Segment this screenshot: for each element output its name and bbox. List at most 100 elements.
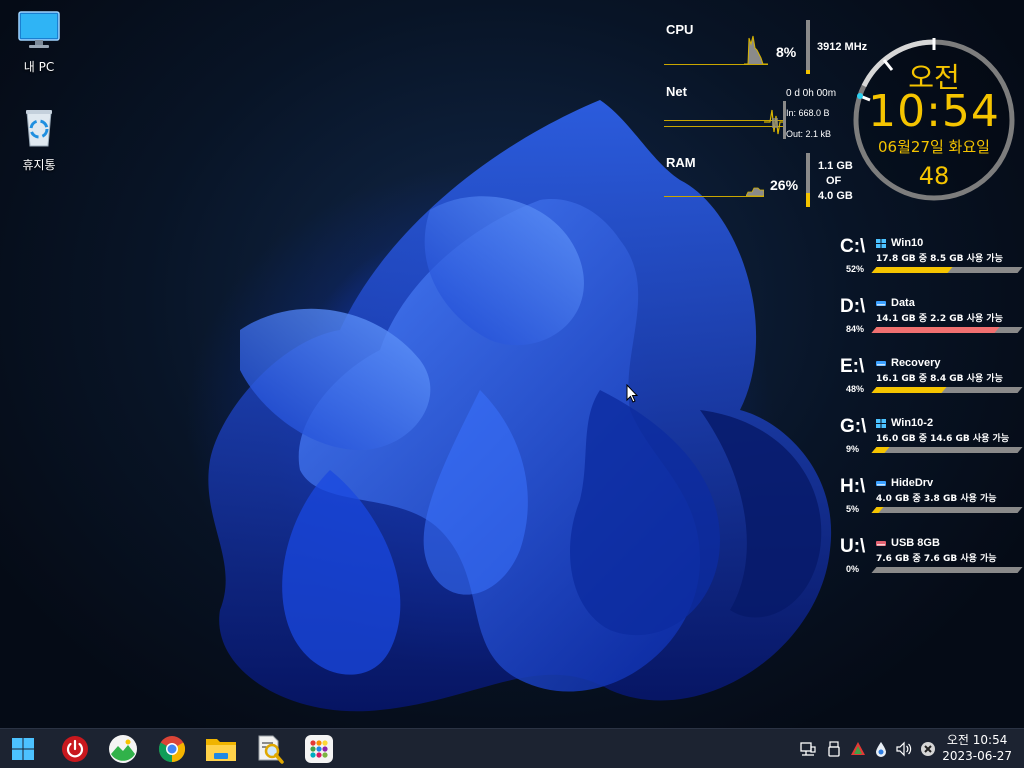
desktop-icon-label: 휴지통 bbox=[22, 158, 56, 172]
windows-logo-icon bbox=[12, 738, 34, 760]
drive-usage-percent: 9% bbox=[846, 444, 860, 454]
drive-space-info: 16.1 GB 중 8.4 GB 사용 가능 bbox=[876, 374, 1003, 384]
taskbar: 오전 10:54 2023-06-27 bbox=[0, 728, 1024, 768]
drive-space-info: 17.8 GB 중 8.5 GB 사용 가능 bbox=[876, 254, 1003, 264]
drive-usage-bar bbox=[871, 507, 1023, 513]
net-uptime: 0 d 0h 00m bbox=[786, 88, 837, 99]
cpu-graph bbox=[744, 35, 768, 65]
chrome-app-button[interactable] bbox=[155, 733, 189, 765]
drive-name: HideDrv bbox=[891, 477, 934, 489]
drive-usage-bar bbox=[871, 387, 1023, 393]
warning-triangle-icon[interactable] bbox=[850, 741, 866, 757]
ram-percent: 26% bbox=[770, 177, 799, 193]
app-launcher-button[interactable] bbox=[302, 733, 336, 765]
windows-drive-icon bbox=[876, 419, 886, 428]
cpu-level-fill bbox=[806, 69, 810, 74]
folder-icon bbox=[206, 739, 236, 761]
desktop: 내 PC 휴지통 CPU 8% 3912 MHz Net 0 d 0h 00m … bbox=[0, 0, 1024, 728]
drive-usage-fill bbox=[871, 567, 877, 573]
drive-letter: U:\ bbox=[840, 536, 866, 557]
ram-of: OF bbox=[826, 175, 842, 187]
drive-space-info: 4.0 GB 중 3.8 GB 사용 가능 bbox=[876, 494, 997, 504]
search-tool-button[interactable] bbox=[253, 733, 287, 765]
volume-icon[interactable] bbox=[896, 741, 912, 757]
cpu-percent: 8% bbox=[776, 44, 797, 60]
water-drop-icon[interactable] bbox=[873, 741, 889, 757]
mouse-cursor-icon bbox=[626, 384, 638, 403]
drive-usage-percent: 52% bbox=[846, 264, 865, 274]
chrome-icon bbox=[158, 736, 186, 763]
ram-total: 4.0 GB bbox=[818, 190, 853, 202]
drive-usage-percent: 48% bbox=[846, 384, 865, 394]
drive-name: Win10-2 bbox=[891, 417, 934, 429]
drive-usage-percent: 5% bbox=[846, 504, 860, 514]
drive-usage-bar bbox=[871, 267, 1023, 273]
network-icon[interactable] bbox=[800, 741, 816, 757]
drive-name: Data bbox=[891, 297, 915, 309]
drive-item[interactable]: E:\ 48% Recovery 16.1 GB 중 8.4 GB 사용 가능 bbox=[836, 356, 1023, 412]
drive-usage-fill bbox=[871, 327, 1000, 333]
drive-usage-fill bbox=[871, 387, 947, 393]
drive-letter: C:\ bbox=[840, 236, 866, 257]
clock-time: 10:54 bbox=[868, 86, 1000, 137]
desktop-icon-label: 내 PC bbox=[23, 60, 55, 74]
drive-letter: E:\ bbox=[840, 356, 865, 377]
drive-icon bbox=[876, 361, 886, 366]
windows-drive-icon bbox=[876, 239, 886, 248]
drive-usage-percent: 0% bbox=[846, 564, 860, 574]
photos-app-button[interactable] bbox=[106, 733, 140, 765]
drive-space-info: 16.0 GB 중 14.6 GB 사용 가능 bbox=[876, 434, 1010, 444]
file-explorer-button[interactable] bbox=[204, 733, 238, 765]
ram-used: 1.1 GB bbox=[818, 160, 853, 172]
taskbar-time: 오전 10:54 bbox=[946, 733, 1008, 747]
close-circle-icon[interactable] bbox=[920, 741, 936, 757]
recycle-bin-icon bbox=[26, 110, 52, 147]
clock-date: 06월27일 화요일 bbox=[878, 138, 990, 156]
drive-item[interactable]: G:\ 9% Win10-2 16.0 GB 중 14.6 GB 사용 가능 bbox=[836, 416, 1023, 472]
drive-icon bbox=[876, 301, 886, 306]
ram-level-fill bbox=[806, 192, 810, 207]
net-in: In: 668.0 B bbox=[786, 108, 830, 118]
drive-icon bbox=[876, 481, 886, 486]
drive-usage-fill bbox=[871, 507, 884, 513]
apps-grid-icon bbox=[305, 735, 333, 763]
desktop-icon-my-pc[interactable]: 내 PC bbox=[4, 10, 74, 75]
drive-name: Recovery bbox=[891, 357, 941, 369]
taskbar-date: 2023-06-27 bbox=[942, 749, 1012, 763]
usb-icon[interactable] bbox=[826, 741, 842, 757]
taskbar-clock[interactable]: 오전 10:54 2023-06-27 bbox=[942, 732, 1012, 764]
usb-drive-icon bbox=[876, 541, 886, 546]
drive-letter: D:\ bbox=[840, 296, 866, 317]
net-out: Out: 2.1 kB bbox=[786, 129, 832, 139]
start-button[interactable] bbox=[6, 733, 40, 765]
drive-space-info: 7.6 GB 중 7.6 GB 사용 가능 bbox=[876, 554, 997, 564]
ram-label: RAM bbox=[666, 155, 696, 170]
power-icon bbox=[62, 736, 88, 762]
document-search-icon bbox=[258, 735, 284, 764]
cpu-level-bar bbox=[806, 20, 810, 74]
net-label: Net bbox=[666, 84, 687, 99]
drive-usage-fill bbox=[871, 267, 953, 273]
drive-item[interactable]: H:\ 5% HideDrv 4.0 GB 중 3.8 GB 사용 가능 bbox=[836, 476, 1023, 532]
drive-name: USB 8GB bbox=[891, 537, 940, 549]
desktop-icon-recycle-bin[interactable]: 휴지통 bbox=[4, 108, 74, 173]
drive-name: Win10 bbox=[891, 237, 924, 249]
ram-graph bbox=[746, 187, 764, 197]
drive-usage-fill bbox=[871, 447, 890, 453]
monitor-icon bbox=[18, 11, 60, 48]
drive-space-info: 14.1 GB 중 2.2 GB 사용 가능 bbox=[876, 314, 1003, 324]
wallpaper-bloom bbox=[208, 100, 832, 712]
power-button[interactable] bbox=[58, 733, 92, 765]
drive-item[interactable]: C:\ 52% Win10 17.8 GB 중 8.5 GB 사용 가능 bbox=[836, 236, 1023, 292]
drive-item[interactable]: U:\ 0% USB 8GB 7.6 GB 중 7.6 GB 사용 가능 bbox=[836, 536, 1023, 592]
clock-seconds: 48 bbox=[918, 162, 950, 190]
drive-item[interactable]: D:\ 84% Data 14.1 GB 중 2.2 GB 사용 가능 bbox=[836, 296, 1023, 352]
net-graph bbox=[764, 109, 784, 135]
ram-level-bar bbox=[806, 153, 810, 207]
photos-icon bbox=[109, 735, 137, 763]
drive-usage-percent: 84% bbox=[846, 324, 865, 334]
drive-usage-bar bbox=[871, 447, 1023, 453]
drive-letter: H:\ bbox=[840, 476, 866, 497]
drive-letter: G:\ bbox=[840, 416, 867, 437]
cpu-label: CPU bbox=[666, 22, 694, 37]
